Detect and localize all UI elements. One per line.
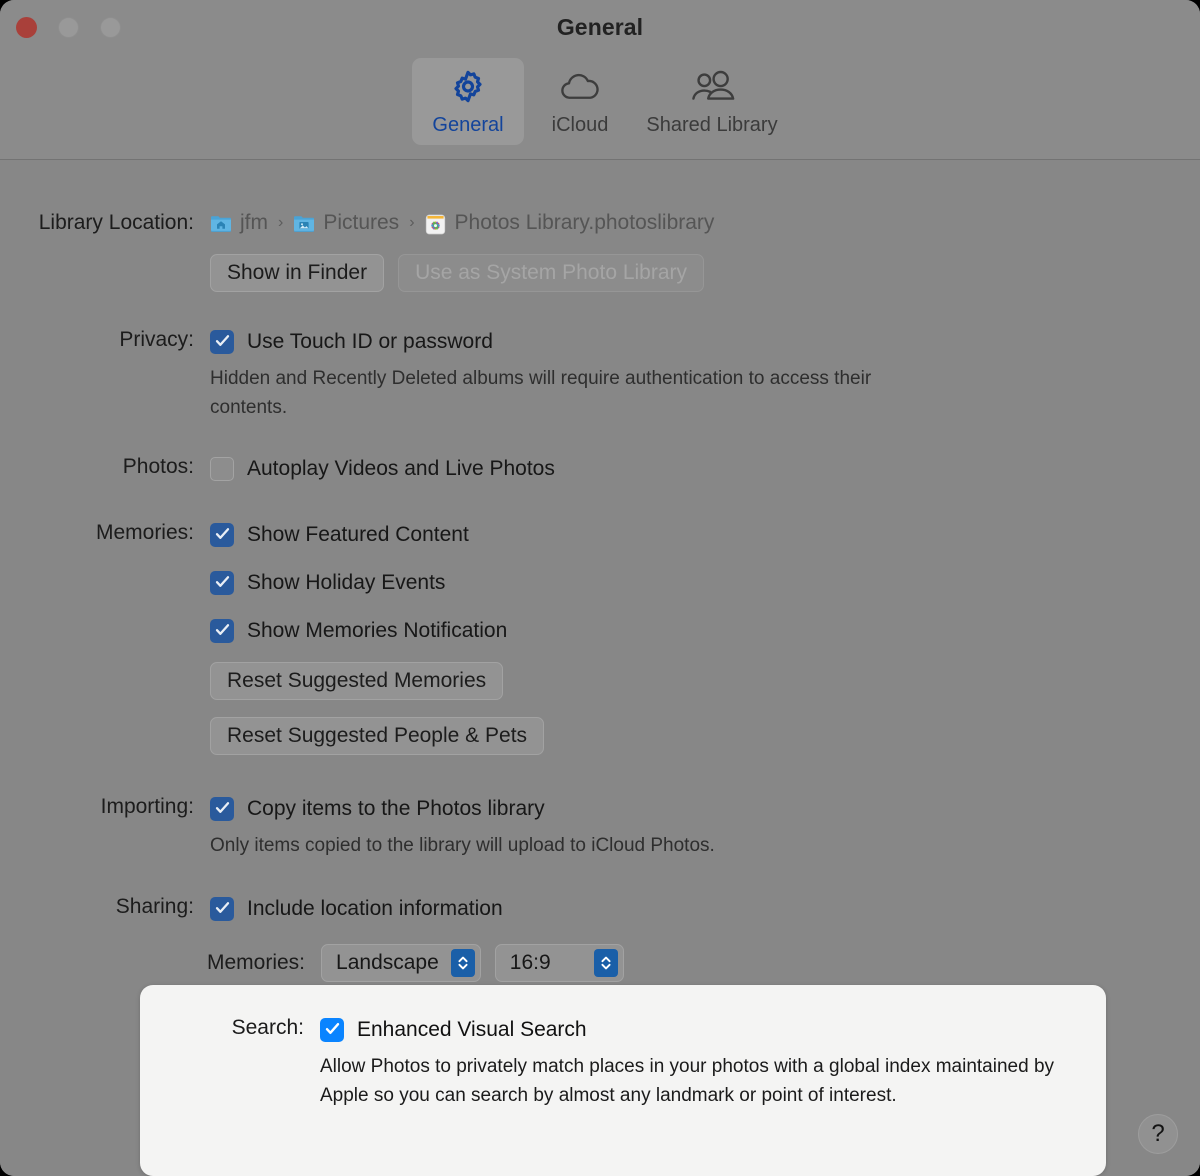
gear-icon	[448, 68, 488, 108]
chevron-right-icon-1: ›	[278, 214, 284, 231]
breadcrumb-item-pictures-label: Pictures	[323, 211, 400, 234]
photos-app-icon	[425, 214, 447, 234]
sharing-label: Sharing:	[115, 895, 194, 918]
privacy-description: Hidden and Recently Deleted albums will …	[210, 368, 872, 418]
toolbar-tabs: General iCloud Shared Library	[0, 58, 1200, 145]
show-holiday-events-row[interactable]: Show Holiday Events	[210, 568, 544, 598]
breadcrumb-item-photos-library[interactable]: Photos Library.photoslibrary	[425, 211, 715, 235]
photos-label: Photos:	[122, 455, 194, 478]
show-featured-content-row[interactable]: Show Featured Content	[210, 520, 544, 550]
show-memories-notification-label: Show Memories Notification	[247, 619, 508, 642]
memories-orientation-select[interactable]: Landscape	[321, 944, 481, 982]
show-featured-content-checkbox[interactable]	[210, 523, 234, 547]
chevron-right-icon-2: ›	[409, 214, 415, 231]
include-location-label: Include location information	[247, 897, 503, 920]
enhanced-visual-search-label: Enhanced Visual Search	[357, 1018, 587, 1041]
show-memories-notification-row[interactable]: Show Memories Notification	[210, 616, 544, 646]
privacy-touchid-label: Use Touch ID or password	[247, 330, 493, 353]
sharing-memories-subrow: Memories: Landscape 16:9	[207, 944, 624, 982]
search-label: Search:	[231, 1016, 304, 1039]
show-holiday-events-label: Show Holiday Events	[247, 571, 446, 594]
privacy-touchid-checkbox[interactable]	[210, 330, 234, 354]
sharing-memories-label: Memories:	[207, 951, 306, 974]
tab-general-label: General	[432, 114, 504, 136]
breadcrumb-item-jfm[interactable]: jfm	[210, 211, 268, 235]
include-location-checkbox[interactable]	[210, 897, 234, 921]
use-as-system-photo-library-button: Use as System Photo Library	[398, 254, 705, 292]
tab-general[interactable]: General	[412, 58, 524, 145]
help-button[interactable]: ?	[1138, 1114, 1178, 1154]
sharing-row: Sharing: Include location information Me…	[0, 894, 624, 982]
memories-orientation-value: Landscape	[336, 951, 439, 974]
pictures-folder-icon	[293, 214, 315, 233]
memories-label: Memories:	[95, 521, 194, 544]
include-location-checkbox-row[interactable]: Include location information	[210, 894, 624, 924]
library-location-row: Library Location: jfm › Pictures › Photo…	[0, 210, 714, 292]
copy-items-checkbox[interactable]	[210, 797, 234, 821]
tab-shared-library-label: Shared Library	[646, 114, 778, 136]
window-title: General	[556, 14, 644, 40]
chevron-updown-icon-orientation[interactable]	[450, 949, 475, 977]
enhanced-visual-search-checkbox[interactable]	[320, 1018, 344, 1042]
breadcrumb-item-photos-library-label: Photos Library.photoslibrary	[454, 211, 715, 234]
privacy-row: Privacy: Use Touch ID or password Hidden…	[0, 327, 920, 422]
library-location-buttons: Show in Finder Use as System Photo Libra…	[210, 254, 714, 292]
titlebar: General General iCloud Shared Library	[0, 0, 1200, 160]
importing-row: Importing: Copy items to the Photos libr…	[0, 794, 715, 860]
search-description: Allow Photos to privately match places i…	[320, 1056, 1055, 1106]
copy-items-label: Copy items to the Photos library	[247, 797, 545, 820]
privacy-touchid-checkbox-row[interactable]: Use Touch ID or password	[210, 327, 920, 357]
importing-description: Only items copied to the library will up…	[210, 835, 715, 856]
memories-aspect-ratio-value: 16:9	[509, 951, 551, 974]
home-folder-icon	[210, 214, 232, 233]
reset-suggested-people-pets-button[interactable]: Reset Suggested People & Pets	[210, 717, 545, 755]
copy-items-checkbox-row[interactable]: Copy items to the Photos library	[210, 794, 715, 824]
breadcrumb-item-pictures[interactable]: Pictures	[293, 211, 399, 235]
importing-label: Importing:	[100, 795, 194, 818]
library-location-label: Library Location:	[38, 211, 194, 234]
tab-shared-library[interactable]: Shared Library	[636, 58, 788, 145]
privacy-label: Privacy:	[119, 328, 194, 351]
autoplay-checkbox[interactable]	[210, 457, 234, 481]
enhanced-visual-search-checkbox-row[interactable]: Enhanced Visual Search	[320, 1015, 1080, 1045]
photos-settings-window: General General iCloud Shared Library Li…	[0, 0, 1200, 1176]
reset-suggested-memories-button[interactable]: Reset Suggested Memories	[210, 662, 504, 700]
tab-icloud[interactable]: iCloud	[524, 58, 636, 145]
people-icon	[688, 68, 736, 108]
search-row: Search: Enhanced Visual Search Allow Pho…	[140, 1015, 1080, 1110]
show-memories-notification-checkbox[interactable]	[210, 619, 234, 643]
breadcrumb[interactable]: jfm › Pictures › Photos Library.photosli…	[210, 210, 714, 236]
tab-icloud-label: iCloud	[551, 114, 609, 136]
reset-memories-button-wrap: Reset Suggested Memories	[210, 662, 544, 700]
photos-row: Photos: Autoplay Videos and Live Photos	[0, 454, 555, 484]
memories-aspect-ratio-select[interactable]: 16:9	[494, 944, 624, 982]
cloud-icon	[558, 68, 602, 108]
show-in-finder-button[interactable]: Show in Finder	[210, 254, 385, 292]
autoplay-checkbox-row[interactable]: Autoplay Videos and Live Photos	[210, 454, 555, 484]
enhanced-visual-search-highlight-card: Search: Enhanced Visual Search Allow Pho…	[140, 985, 1106, 1176]
reset-people-pets-button-wrap: Reset Suggested People & Pets	[210, 717, 545, 755]
chevron-updown-icon-aspect[interactable]	[593, 949, 618, 977]
show-featured-content-label: Show Featured Content	[247, 523, 469, 546]
autoplay-label: Autoplay Videos and Live Photos	[247, 457, 555, 480]
show-holiday-events-checkbox[interactable]	[210, 571, 234, 595]
sharing-popups: Landscape 16:9	[321, 944, 624, 982]
breadcrumb-item-jfm-label: jfm	[240, 211, 268, 234]
memories-row: Memories: Show Featured Content Show Hol…	[0, 520, 545, 755]
